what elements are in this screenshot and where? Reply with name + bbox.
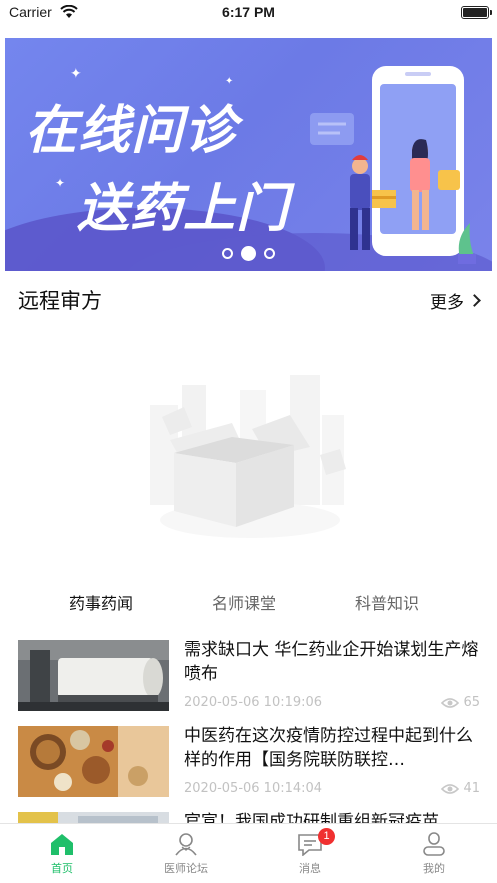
carousel-dot-active[interactable] (241, 246, 256, 261)
views-count: 65 (463, 695, 480, 710)
profile-icon (423, 832, 445, 856)
battery-icon (461, 6, 492, 19)
doctor-delivery-illustration (310, 66, 476, 264)
eye-icon (441, 783, 460, 794)
sparkle-icon: ✦ (225, 76, 234, 87)
views-count: 41 (463, 781, 480, 796)
carousel-dot[interactable] (222, 248, 233, 259)
news-thumbnail (18, 640, 169, 711)
status-bar: Carrier 6:17 PM (0, 0, 497, 28)
news-title: 需求缺口大 华仁药业企开始谋划生产熔喷布 (184, 640, 479, 684)
tabbar-forum[interactable]: 医师论坛 (146, 832, 226, 876)
tabbar-profile[interactable]: 我的 (394, 832, 474, 876)
news-date: 2020-05-06 10:19:06 (184, 695, 323, 710)
banner-subheadline: 送药上门 (77, 179, 290, 239)
sparkle-icon: ✦ (70, 66, 82, 82)
banner-carousel[interactable]: ✦ ✦ ✦ 在线问诊 送药上门 (5, 38, 492, 271)
eye-icon (441, 697, 460, 708)
news-views: 65 (441, 695, 480, 710)
news-list-item[interactable]: 需求缺口大 华仁药业企开始谋划生产熔喷布 2020-05-06 10:19:06… (18, 640, 480, 718)
news-list-item[interactable]: 中医药在这次疫情防控过程中起到什么样的作用【国务院联防联控… 2020-05-0… (18, 726, 480, 804)
chevron-right-icon (468, 294, 481, 307)
tabbar-label: 消息 (299, 862, 321, 875)
clock: 6:17 PM (222, 4, 275, 20)
home-icon (51, 834, 73, 855)
bottom-tab-bar: 首页 医师论坛 1 消息 我的 (0, 823, 497, 883)
tab-yaoshi[interactable]: 药事药闻 (69, 590, 134, 616)
news-thumbnail (18, 726, 169, 797)
tab-label: 科普知识 (355, 594, 420, 613)
tab-kepu[interactable]: 科普知识 (355, 590, 419, 614)
news-date: 2020-05-06 10:14:04 (184, 781, 323, 796)
tabbar-home[interactable]: 首页 (22, 832, 102, 876)
more-label: 更多 (430, 293, 464, 313)
carousel-indicator[interactable] (5, 246, 492, 261)
more-link[interactable]: 更多 (430, 288, 481, 313)
news-views: 41 (441, 781, 480, 796)
unread-badge: 1 (318, 828, 335, 845)
news-tabs: 药事药闻 名师课堂 科普知识 (0, 590, 497, 620)
doctor-icon (175, 833, 197, 856)
banner-headline: 在线问诊 (25, 101, 238, 161)
tabbar-messages[interactable]: 1 消息 (270, 828, 350, 876)
news-title: 中医药在这次疫情防控过程中起到什么样的作用【国务院联防联控… (184, 726, 473, 770)
tabbar-label: 医师论坛 (164, 862, 208, 875)
tabbar-label: 我的 (423, 862, 445, 875)
tab-label: 药事药闻 (69, 594, 134, 613)
tab-mingshi[interactable]: 名师课堂 (212, 590, 276, 614)
carousel-dot[interactable] (264, 248, 275, 259)
tab-label: 名师课堂 (212, 594, 277, 613)
empty-box-illustration (150, 375, 346, 538)
section-title: 远程审方 (18, 289, 102, 313)
sparkle-icon: ✦ (55, 176, 66, 190)
tabbar-label: 首页 (51, 862, 73, 875)
